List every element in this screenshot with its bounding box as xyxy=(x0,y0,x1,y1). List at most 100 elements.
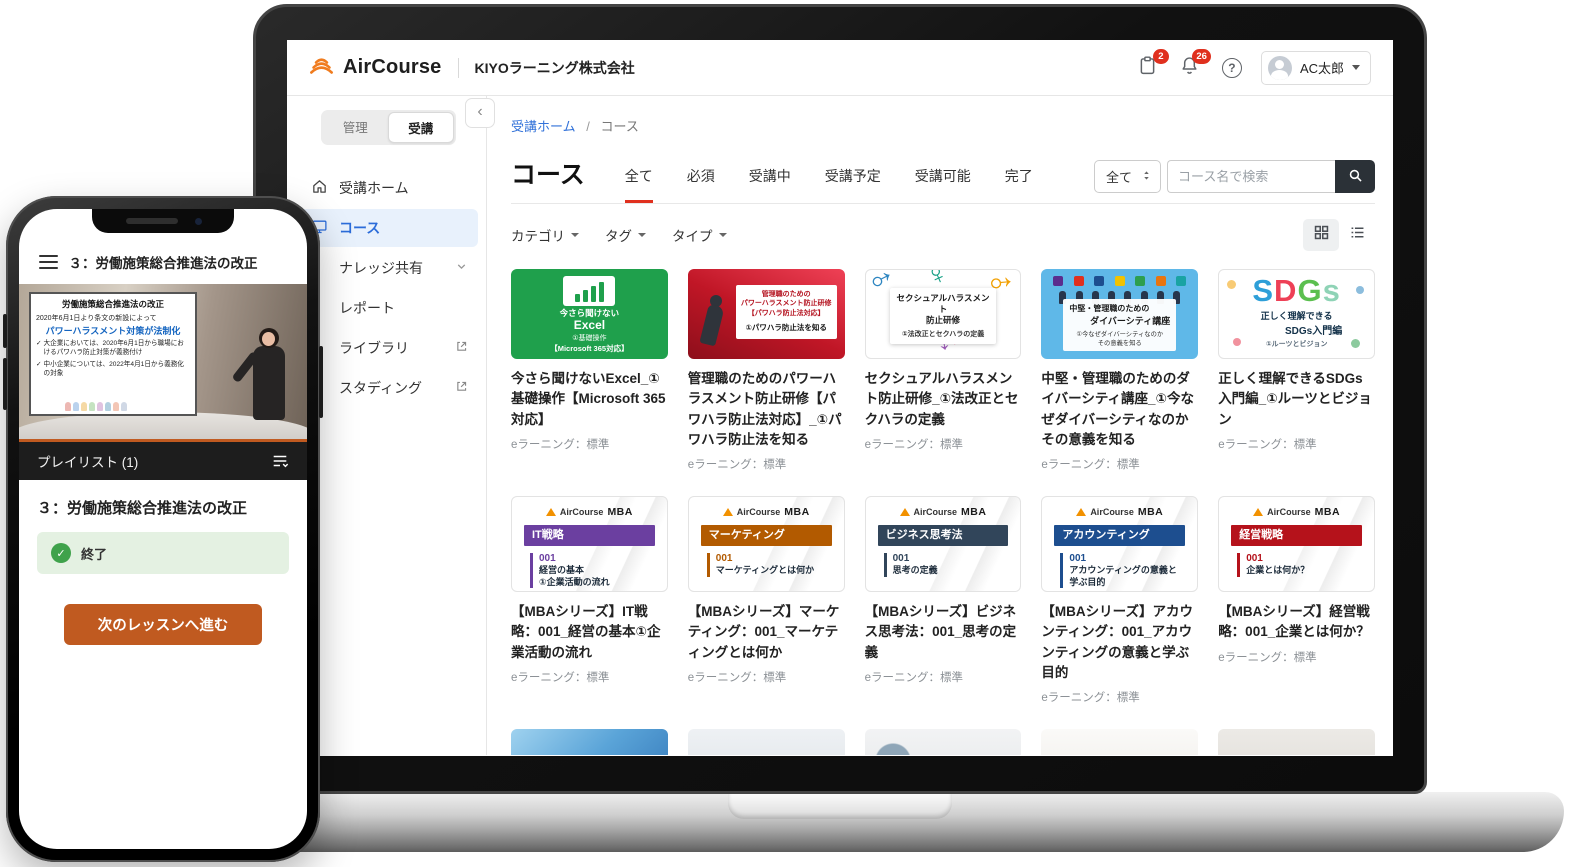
thumb-label-box: 中堅・管理職のための ダイバーシティ講座 ①今なぜダイバーシティなのか その意義… xyxy=(1063,299,1177,351)
sidebar-item-knowledge[interactable]: ナレッジ共有 xyxy=(295,249,478,287)
user-menu[interactable]: AC太郎 xyxy=(1260,50,1371,85)
course-card[interactable]: AirCourse MBA IT戦略 001 経営の基本 ①企業活動の流れ 【M… xyxy=(511,496,668,705)
phone-header: ３：労働施策総合推進法の改正 xyxy=(19,245,307,279)
tab-available[interactable]: 受講可能 xyxy=(915,166,971,203)
course-card[interactable]: AirCourse MBA アカウンティング 001 アカウンティングの意義と … xyxy=(1041,496,1199,705)
course-card[interactable]: AirCourse MBA マーケティング 001 マーケティングとは何か 【M… xyxy=(687,496,845,705)
course-card[interactable]: SDGs 正しく理解できる SDGs入門編 ①ルーツとビジョン 正しく理解できる… xyxy=(1218,269,1375,472)
tab-required[interactable]: 必須 xyxy=(687,166,715,203)
filter-label: タイプ xyxy=(672,229,713,244)
company-name: KIYOラーニング株式会社 xyxy=(457,57,635,78)
help-button[interactable] xyxy=(1219,55,1245,81)
filter-tag[interactable]: タグ xyxy=(605,225,646,245)
aircourse-logo[interactable]: AirCourse xyxy=(309,54,442,81)
tasks-badge: 2 xyxy=(1152,48,1169,64)
course-search-input[interactable] xyxy=(1167,160,1335,193)
course-card[interactable] xyxy=(1218,729,1375,755)
tab-scheduled[interactable]: 受講予定 xyxy=(825,166,881,203)
check-icon xyxy=(36,361,42,379)
slide-bullet-text: 中小企業については、2022年4月1日から義務化の対象 xyxy=(43,360,184,377)
course-thumbnail: AirCourse MBA アカウンティング 001 アカウンティングの意義と … xyxy=(1041,496,1199,592)
course-card[interactable]: AirCourse MBA ビジネス思考法 001 思考の定義 【MBAシリーズ… xyxy=(864,496,1022,705)
tab-completed[interactable]: 完了 xyxy=(1005,166,1033,203)
course-card[interactable]: AirCourse MBA 経営戦略 001 企業とは何か？ 【MBAシリーズ】… xyxy=(1218,496,1375,705)
triangle-icon xyxy=(545,508,556,516)
slide-title: 労働施策総合推進法の改正 xyxy=(61,299,164,309)
course-card[interactable] xyxy=(687,729,845,755)
playlist-label: プレイリスト (1) xyxy=(37,455,139,470)
course-title: 【MBAシリーズ】IT戦略：001_経営の基本①企業活動の流れ xyxy=(511,604,661,660)
course-card[interactable]: 管理職のための パワーハラスメント防止研修 【パワハラ防止法対応】 ①パワハラ防… xyxy=(687,269,845,472)
course-title: 中堅・管理職のためのダイバーシティ講座_①今なぜダイバーシティなのかその意義を知… xyxy=(1041,371,1194,447)
course-card[interactable] xyxy=(511,729,668,755)
video-progress-bar[interactable] xyxy=(19,439,307,442)
sort-arrows-icon xyxy=(1142,169,1151,185)
course-meta: eラーニング：標準 xyxy=(511,438,610,451)
sidebar-item-reports[interactable]: レポート xyxy=(295,289,478,327)
slide-highlight: パワーハラスメント対策が法制化 xyxy=(45,326,181,336)
triangle-icon xyxy=(899,508,910,516)
thumb-text: 防止研修 xyxy=(925,315,960,326)
thumb-text: セクシュアルハラスメント xyxy=(896,293,990,315)
external-link-icon xyxy=(455,380,468,396)
list-view-button[interactable] xyxy=(1339,219,1375,251)
course-title: 【MBAシリーズ】マーケティング：001_マーケティングとは何か xyxy=(687,604,840,660)
notifications-button[interactable]: 26 xyxy=(1177,48,1211,81)
sdgs-letter: D xyxy=(1274,273,1298,308)
thumb-text: 管理職のための xyxy=(761,291,811,298)
menu-icon[interactable] xyxy=(39,252,58,273)
course-card[interactable]: セクシュアルハラスメント 防止研修 ①法改正とセクハラの定義 セクシュアルハラス… xyxy=(864,269,1022,472)
course-card[interactable] xyxy=(1041,729,1199,755)
course-thumbnail: 管理職のための パワーハラスメント防止研修 【パワハラ防止法対応】 ①パワハラ防… xyxy=(687,269,845,359)
next-lesson-button[interactable]: 次のレッスンへ進む xyxy=(64,604,262,645)
chevron-down-icon xyxy=(571,233,579,237)
course-photo-thumbnail xyxy=(1218,729,1375,755)
slide-intro: 2020年6月1日より条文の新設によって xyxy=(36,315,157,322)
thumb-text: Excel xyxy=(573,318,606,332)
crowd-illustration xyxy=(65,402,127,411)
thumb-text: 【Microsoft 365対応】 xyxy=(550,343,629,353)
laptop-base xyxy=(228,792,1564,852)
tab-in-progress[interactable]: 受講中 xyxy=(749,166,791,203)
phone: ３：労働施策総合推進法の改正 労働施策総合推進法の改正 2020年6月1日より条… xyxy=(3,196,323,862)
filter-type[interactable]: タイプ xyxy=(672,225,727,245)
mba-number: 001 xyxy=(539,553,556,564)
phone-power-button xyxy=(319,346,323,418)
brand-name: AirCourse xyxy=(343,56,442,78)
mba-brand: AirCourse xyxy=(1267,507,1311,517)
tasks-button[interactable]: 2 xyxy=(1135,48,1169,81)
video-player[interactable]: 労働施策総合推進法の改正 2020年6月1日より条文の新設によって パワーハラス… xyxy=(19,284,307,442)
thumb-text: ①基礎操作 xyxy=(572,334,607,342)
course-meta: eラーニング：標準 xyxy=(687,671,787,684)
sdgs-logo: SDGs xyxy=(1219,275,1374,306)
course-card[interactable] xyxy=(864,729,1022,755)
search-button[interactable] xyxy=(1335,160,1375,193)
course-tabs: 全て 必須 受講中 受講予定 受講可能 完了 xyxy=(624,166,1033,203)
mba-body: 001 アカウンティングの意義と 学ぶ目的 xyxy=(1060,553,1183,589)
check-icon xyxy=(36,340,42,358)
course-card[interactable]: 中堅・管理職のための ダイバーシティ講座 ①今なぜダイバーシティなのか その意義… xyxy=(1041,269,1199,472)
toggle-learner[interactable]: 受講 xyxy=(387,112,454,143)
sidebar-item-home[interactable]: 受講ホーム xyxy=(295,169,478,207)
playlist-bar[interactable]: プレイリスト (1) xyxy=(19,442,307,480)
toggle-admin[interactable]: 管理 xyxy=(323,112,388,143)
course-title: 【MBAシリーズ】ビジネス思考法：001_思考の定義 xyxy=(864,604,1017,660)
search-category-select[interactable]: 全て xyxy=(1093,160,1161,193)
grid-view-button[interactable] xyxy=(1303,219,1339,251)
breadcrumb-separator: / xyxy=(586,119,590,134)
breadcrumb-home-link[interactable]: 受講ホーム xyxy=(511,119,576,134)
sidebar-item-courses[interactable]: コース xyxy=(295,209,478,247)
filter-category[interactable]: カテゴリ xyxy=(511,225,579,245)
sidebar-collapse-button[interactable] xyxy=(465,98,495,128)
thumb-text: パワーハラスメント防止研修 xyxy=(740,300,832,308)
phone-volume-button xyxy=(3,358,7,410)
course-meta: eラーニング：標準 xyxy=(511,671,610,684)
course-card[interactable]: 今さら聞けない Excel ①基礎操作 【Microsoft 365対応】 今さ… xyxy=(511,269,668,472)
view-toggle xyxy=(1303,219,1375,251)
slide-bullet: 大企業においては、2020年6月1日から職場におけるパワハラ防止対策が義務付け xyxy=(36,340,190,358)
sdgs-letter: S xyxy=(1252,273,1275,308)
laptop-screen: AirCourse KIYOラーニング株式会社 2 26 ? AC太郎 ‹ 管理… xyxy=(287,40,1393,756)
tab-all[interactable]: 全て xyxy=(624,166,653,203)
mba-body: 001 企業とは何か？ xyxy=(1237,553,1360,577)
mba-tag: MBA xyxy=(607,506,633,518)
